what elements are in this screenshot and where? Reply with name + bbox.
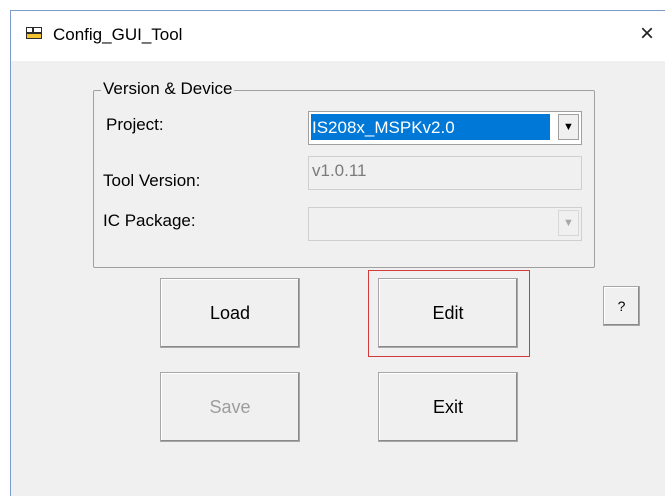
load-button[interactable]: Load — [160, 278, 300, 348]
ic-package-label: IC Package: — [103, 211, 196, 230]
chevron-down-icon: ▼ — [558, 210, 579, 236]
project-value: IS208x_MSPKv2.0 — [312, 118, 455, 137]
title-bar[interactable]: Config_GUI_Tool × — [11, 11, 665, 61]
ic-package-select: ▼ — [308, 207, 582, 241]
tool-version-field: v1.0.11 — [308, 156, 582, 190]
tool-version-label: Tool Version: — [103, 171, 201, 190]
window-title: Config_GUI_Tool — [53, 25, 183, 44]
save-button: Save — [160, 372, 300, 442]
exit-button[interactable]: Exit — [378, 372, 518, 442]
app-icon — [26, 27, 42, 39]
help-button[interactable]: ? — [603, 286, 640, 326]
config-window: Config_GUI_Tool × Version & Device Proje… — [10, 10, 665, 496]
project-select[interactable]: IS208x_MSPKv2.0 ▼ — [308, 111, 582, 145]
chevron-down-icon[interactable]: ▼ — [558, 114, 579, 140]
close-icon[interactable]: × — [633, 19, 661, 49]
edit-button[interactable]: Edit — [378, 278, 518, 348]
tool-version-value: v1.0.11 — [312, 161, 367, 180]
group-legend: Version & Device — [101, 79, 235, 99]
project-label: Project: — [106, 115, 164, 134]
